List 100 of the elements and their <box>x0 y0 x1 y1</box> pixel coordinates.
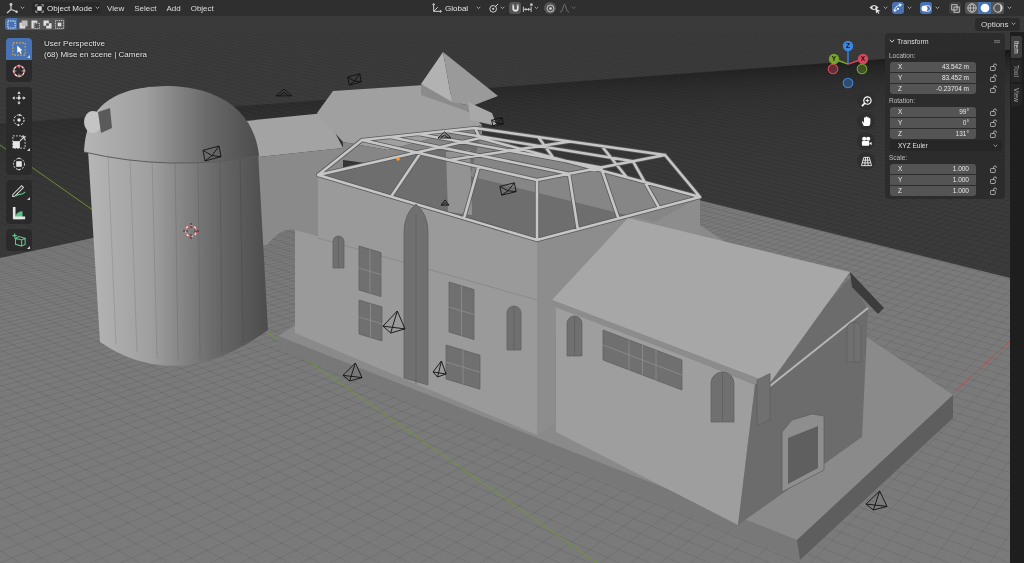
editor-type-button[interactable] <box>5 2 26 14</box>
overlay-circles-icon <box>921 3 931 13</box>
orientation-dropdown[interactable]: Global <box>430 2 483 14</box>
grip-icon[interactable] <box>994 39 1000 43</box>
menu-item[interactable]: Object <box>185 2 219 14</box>
lock-icon[interactable] <box>990 107 997 116</box>
dashed-square-icon <box>6 19 16 29</box>
xray-squares-icon <box>950 3 960 13</box>
rotate-icon <box>12 113 26 127</box>
tool-button[interactable] <box>6 87 32 109</box>
snap-increment-icon <box>522 3 533 13</box>
overlays-toggle[interactable] <box>920 2 932 14</box>
proportional-circle-icon <box>545 3 555 13</box>
grid-icon <box>860 155 872 167</box>
lock-icon[interactable] <box>990 73 997 82</box>
snap-toggle[interactable] <box>509 2 521 14</box>
caret-icon <box>907 6 912 10</box>
move-arrows-icon <box>12 91 26 105</box>
snap-target-dropdown[interactable] <box>521 2 540 14</box>
squares-difference-icon <box>42 19 52 29</box>
shading-mode-button[interactable] <box>991 2 1004 14</box>
caret-icon <box>1011 22 1016 26</box>
squares-intersect-icon <box>54 19 64 29</box>
cursor-crosshair-icon <box>12 64 26 78</box>
magnifier-icon <box>860 95 872 107</box>
mode-dropdown[interactable]: Object Mode <box>32 2 100 14</box>
tool-button[interactable] <box>6 153 32 175</box>
wireframe-camera-icon <box>347 73 362 86</box>
tool-button[interactable] <box>6 229 32 251</box>
wireframe-camera-icon <box>491 117 504 127</box>
menu-item[interactable]: Select <box>129 2 162 14</box>
origin-dot-icon <box>396 157 400 161</box>
shading-mode-button[interactable] <box>965 2 978 14</box>
axis-ring-icon[interactable] <box>827 63 839 75</box>
axis-ring-icon[interactable] <box>842 77 854 89</box>
overlapping-squares-icon <box>18 19 28 29</box>
proportional-editing-toggle[interactable] <box>544 2 556 14</box>
select-mode-button[interactable] <box>17 18 29 30</box>
menu-item[interactable]: Add <box>161 2 186 14</box>
notched-square-icon <box>30 19 40 29</box>
options-dropdown[interactable]: Options <box>975 17 1020 31</box>
lock-icon[interactable] <box>990 84 997 93</box>
wireframe-camera-icon <box>865 490 888 511</box>
solid-sphere-icon <box>979 3 990 13</box>
tool-button[interactable] <box>6 202 32 224</box>
wireframe-camera-icon <box>275 88 293 97</box>
gizmo-toggle[interactable] <box>892 2 904 14</box>
wireframe-camera-icon <box>440 199 450 206</box>
lock-icon[interactable] <box>990 118 997 127</box>
framed-square-icon <box>35 3 44 13</box>
hand-icon <box>860 115 872 127</box>
3d-cursor-icon <box>182 222 200 240</box>
wireframe-camera-icon <box>499 182 517 196</box>
caret-icon <box>571 6 576 10</box>
scale-icon <box>12 135 26 149</box>
lock-icon[interactable] <box>990 164 997 173</box>
material-sphere-icon <box>992 3 1003 13</box>
caret-icon <box>20 6 25 10</box>
caret-icon <box>883 6 888 10</box>
wireframe-sphere-icon <box>966 3 977 13</box>
caret-icon <box>95 6 101 10</box>
caret-icon <box>935 6 940 10</box>
axes-icon <box>6 2 18 14</box>
caret-icon <box>993 143 998 148</box>
caret-icon <box>499 6 505 10</box>
gizmo-arrows-icon <box>893 3 903 13</box>
falloff-curve-icon <box>559 3 570 13</box>
lock-icon[interactable] <box>990 129 997 138</box>
wireframe-camera-icon <box>437 131 452 139</box>
select-box-icon <box>12 42 26 56</box>
add-cube-icon <box>12 233 26 247</box>
menu-item[interactable]: View <box>102 2 130 14</box>
caret-icon <box>534 6 539 10</box>
select-mode-button[interactable] <box>41 18 53 30</box>
pivot-ring-icon <box>488 3 499 13</box>
selectability-dropdown[interactable] <box>867 2 890 14</box>
shading-mode-button[interactable] <box>978 2 991 14</box>
lock-icon[interactable] <box>990 62 997 71</box>
wireframe-camera-icon <box>432 360 447 378</box>
wireframe-camera-icon <box>342 362 363 382</box>
select-mode-button[interactable] <box>53 18 65 30</box>
xray-toggle[interactable] <box>949 2 961 14</box>
tool-button[interactable] <box>6 60 32 82</box>
pivot-dropdown[interactable] <box>487 2 506 14</box>
transform-icon <box>12 157 26 171</box>
axis-ring-icon[interactable] <box>856 63 868 75</box>
tool-button[interactable] <box>6 180 32 202</box>
caret-icon <box>476 6 481 10</box>
magnet-icon <box>510 3 520 13</box>
ruler-icon <box>12 206 26 220</box>
wireframe-camera-icon <box>202 145 222 162</box>
axes-icon <box>432 3 442 13</box>
select-mode-button[interactable] <box>29 18 41 30</box>
camera-icon <box>860 135 872 147</box>
view-name-label: User Perspective <box>44 38 106 49</box>
lock-icon[interactable] <box>990 175 997 184</box>
pen-curve-icon <box>12 184 26 198</box>
caret-icon <box>1007 6 1012 10</box>
lock-icon[interactable] <box>990 186 997 195</box>
scene-info-label: (68) Mise en scene | Camera <box>44 49 147 60</box>
